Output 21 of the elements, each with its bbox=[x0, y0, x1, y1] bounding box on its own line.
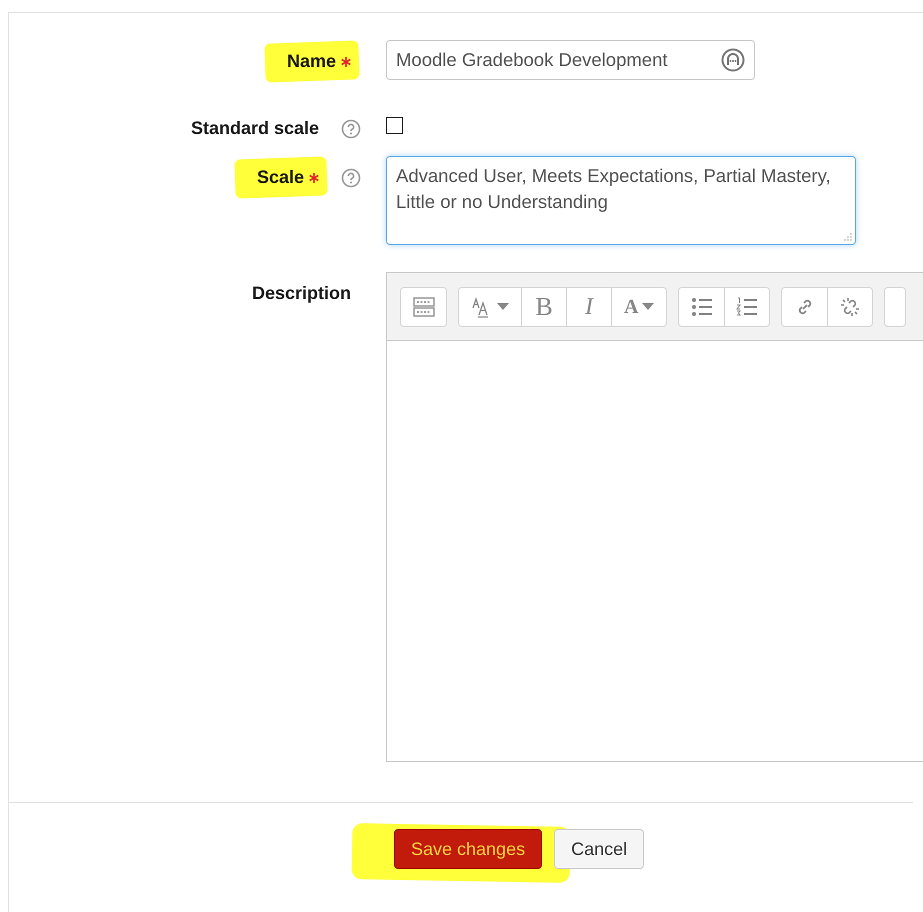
numbered-list-icon bbox=[736, 296, 758, 316]
field-label: Description bbox=[252, 282, 351, 305]
chat-bubble-icon bbox=[721, 48, 745, 72]
cancel-button[interactable]: Cancel bbox=[554, 829, 644, 869]
save-button[interactable]: Save changes bbox=[394, 829, 542, 869]
toolbar-button[interactable]: A bbox=[611, 288, 666, 326]
help-icon[interactable] bbox=[341, 118, 361, 138]
checkbox[interactable] bbox=[386, 117, 403, 134]
help-icon[interactable] bbox=[341, 168, 361, 188]
resize-grip-icon[interactable] bbox=[844, 233, 852, 241]
field-label: Scale bbox=[256, 166, 304, 189]
text-area[interactable]: Advanced User, Meets Expectations, Partial Mastery, Little or no Understanding bbox=[386, 156, 856, 245]
text-editor[interactable]: B I A bbox=[386, 272, 923, 762]
unlink-icon bbox=[840, 296, 860, 316]
toolbar-toggle-icon bbox=[412, 296, 434, 316]
field-label: Name bbox=[286, 50, 336, 73]
field-label: Standard scale bbox=[190, 117, 319, 140]
toolbar-button[interactable]: I bbox=[566, 288, 611, 326]
toolbar-button[interactable]: B bbox=[521, 288, 566, 326]
bullet-list-icon bbox=[690, 296, 713, 316]
text-field[interactable]: Moodle Gradebook Development bbox=[386, 40, 755, 80]
